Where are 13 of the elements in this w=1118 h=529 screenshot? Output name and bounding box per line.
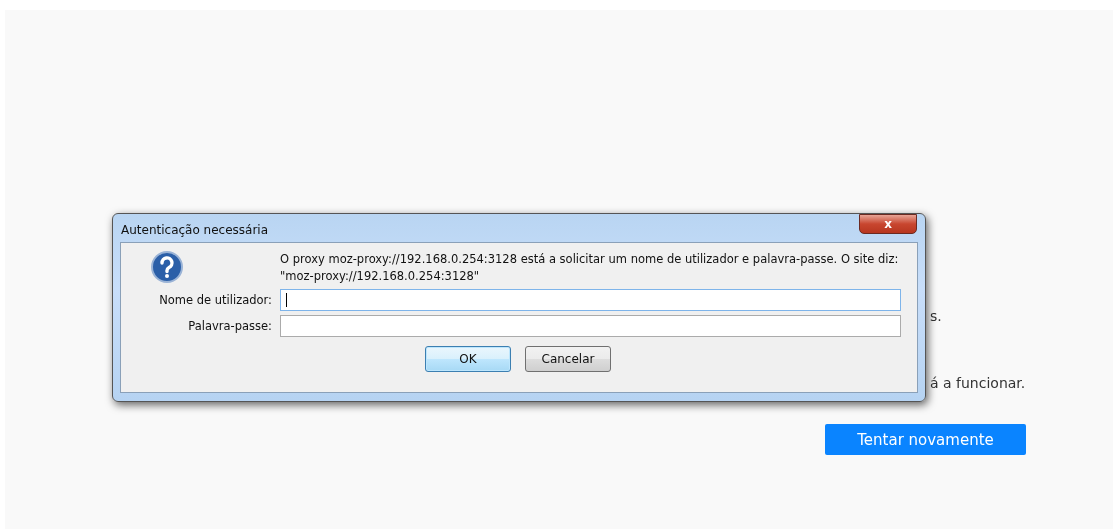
body-text: á a funcionar. (930, 374, 1026, 392)
input-field[interactable] (280, 289, 901, 311)
cancel-button[interactable]: Cancelar (525, 346, 611, 372)
message-text: O proxy moz-proxy://192.168.0.254:3128 está a solicitar um nome de utilizador e palavra-passe. O site diz: "moz-proxy://192.168.0.254:3128" (280, 251, 900, 285)
input-field[interactable] (280, 315, 901, 337)
ok-button[interactable]: OK (425, 346, 511, 372)
question-icon (151, 251, 183, 283)
close-button[interactable]: x (859, 214, 917, 234)
retry-button[interactable]: Tentar novamente (825, 424, 1026, 455)
field-label: Palavra-passe: (187, 319, 272, 333)
field-label: Nome de utilizador: (158, 293, 272, 307)
window-title: Autenticação necessária (121, 222, 270, 237)
body-text: s. (930, 307, 942, 325)
